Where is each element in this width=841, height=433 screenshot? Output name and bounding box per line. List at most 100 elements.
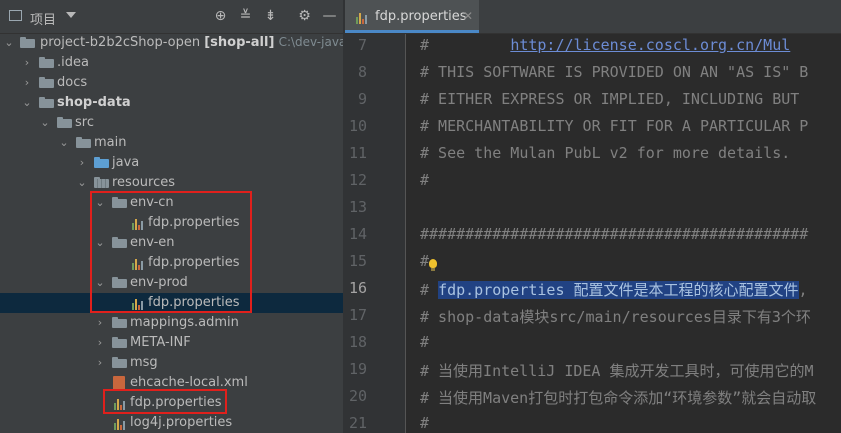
line-number: 7 — [357, 36, 367, 54]
code-line[interactable]: # fdp.properties 配置文件是本工程的核心配置文件, — [420, 279, 808, 300]
resources-folder-icon — [94, 177, 109, 188]
project-panel: 项目 ⊕ ≚ ⇟ ⚙ — ⌄ project-b2b2cShop-open [s… — [0, 0, 343, 433]
gear-icon[interactable]: ⚙ — [296, 8, 313, 25]
tree-row-mappings-admin[interactable]: › mappings.admin — [0, 313, 343, 333]
line-number: 10 — [348, 117, 367, 135]
code-line[interactable]: # See the Mulan PubL v2 for more details… — [420, 144, 790, 162]
source-folder-icon — [94, 157, 109, 168]
chevron-down-icon[interactable]: ⌄ — [3, 37, 15, 49]
locate-file-icon[interactable]: ⊕ — [212, 8, 229, 25]
code-line[interactable]: # — [420, 252, 429, 270]
code-line[interactable]: # http://license.coscl.org.cn/Mul — [420, 36, 790, 54]
line-number: 17 — [348, 306, 367, 324]
module-folder-icon — [39, 97, 54, 108]
folder-icon — [112, 337, 127, 348]
tree-item-label: msg — [130, 355, 158, 370]
chevron-down-icon[interactable]: ⌄ — [21, 97, 33, 109]
selected-text[interactable]: fdp.properties 配置文件是本工程的核心配置文件 — [438, 281, 799, 299]
line-number: 8 — [357, 63, 367, 81]
view-selector-chevron-down-icon[interactable] — [66, 12, 76, 18]
line-number: 18 — [348, 333, 367, 351]
tree-item-label: shop-data — [57, 95, 131, 110]
expand-all-icon[interactable]: ≚ — [237, 8, 254, 25]
line-number: 14 — [348, 225, 367, 243]
comment-text: # — [420, 281, 439, 299]
project-name: project-b2b2cShop-open — [40, 35, 201, 50]
editor-area: fdp.properties ✕ 7 8 9 10 11 12 13 14 15 16 17 18 19… — [345, 0, 841, 433]
project-view-icon — [9, 10, 22, 21]
line-number: 11 — [348, 144, 367, 162]
tree-item-label: ehcache-local.xml — [130, 375, 248, 390]
folder-icon — [39, 77, 54, 88]
tree-item-label: mappings.admin — [130, 315, 239, 330]
line-number: 9 — [357, 90, 367, 108]
tab-fdp-properties[interactable]: fdp.properties ✕ — [345, 0, 479, 33]
tree-row-resources[interactable]: ⌄ resources — [0, 173, 343, 193]
code-line[interactable]: # EITHER EXPRESS OR IMPLIED, INCLUDING B… — [420, 90, 799, 108]
folder-icon — [112, 317, 127, 328]
tree-item-label: log4j.properties — [130, 415, 233, 430]
project-path: C:\dev-java\Ide — [278, 35, 343, 49]
comment-text: , — [798, 281, 808, 299]
intention-bulb-icon[interactable] — [429, 259, 437, 271]
folder-icon — [20, 37, 35, 48]
chevron-down-icon[interactable]: ⌄ — [76, 177, 88, 189]
code-line[interactable]: # THIS SOFTWARE IS PROVIDED ON AN "AS IS… — [420, 63, 808, 81]
line-number: 19 — [348, 360, 367, 378]
code-line[interactable]: # 当使用Maven打包时打包命令添加“环境参数”就会自动取 — [420, 387, 816, 408]
code-line[interactable]: # — [420, 171, 429, 189]
tree-row-src[interactable]: ⌄ src — [0, 113, 343, 133]
tree-item-label: src — [75, 115, 94, 130]
project-module-suffix: [shop-all] — [204, 35, 275, 50]
code-line[interactable]: # 当使用IntelliJ IDEA 集成开发工具时，可使用它的M — [420, 360, 814, 381]
xml-file-icon — [113, 376, 125, 390]
code-line[interactable]: # MERCHANTABILITY OR FIT FOR A PARTICULA… — [420, 117, 808, 135]
tree-row-java[interactable]: › java — [0, 153, 343, 173]
tree-item-label: main — [94, 135, 127, 150]
tree-item-label: resources — [112, 175, 176, 190]
hide-panel-icon[interactable]: — — [321, 8, 338, 25]
folder-icon — [76, 137, 91, 148]
tree-row-idea[interactable]: › .idea — [0, 53, 343, 73]
chevron-right-icon[interactable]: › — [94, 317, 106, 329]
tree-item-label: java — [112, 155, 140, 170]
line-number-gutter: 7 8 9 10 11 12 13 14 15 16 17 18 19 20 21 — [345, 34, 437, 433]
tree-row-meta-inf[interactable]: › META-INF — [0, 333, 343, 353]
annotation-box-root-properties — [103, 389, 227, 414]
line-number: 12 — [348, 171, 367, 189]
line-number: 13 — [348, 198, 367, 216]
chevron-right-icon[interactable]: › — [94, 337, 106, 349]
license-link[interactable]: http://license.coscl.org.cn/Mul — [510, 36, 790, 54]
tree-row-main[interactable]: ⌄ main — [0, 133, 343, 153]
code-line[interactable]: # — [420, 333, 429, 351]
tab-label: fdp.properties — [375, 9, 467, 24]
tree-row-shop-data[interactable]: ⌄ shop-data — [0, 93, 343, 113]
tree-row-log4j-properties[interactable]: log4j.properties — [0, 413, 343, 433]
close-icon[interactable]: ✕ — [463, 9, 473, 23]
line-number: 20 — [348, 387, 367, 405]
annotation-box-env-folders — [90, 191, 252, 313]
tree-item-label: .idea — [57, 55, 89, 70]
chevron-down-icon[interactable]: ⌄ — [39, 117, 51, 129]
code-line[interactable]: ########################################… — [420, 225, 808, 243]
collapse-all-icon[interactable]: ⇟ — [262, 8, 279, 25]
project-panel-header: 项目 ⊕ ≚ ⇟ ⚙ — — [0, 0, 343, 34]
editor-tab-bar: fdp.properties ✕ — [345, 0, 841, 34]
folder-icon — [39, 57, 54, 68]
chevron-right-icon[interactable]: › — [76, 157, 88, 169]
comment-text: # — [420, 36, 511, 54]
chevron-right-icon[interactable]: › — [21, 57, 33, 69]
chevron-right-icon[interactable]: › — [94, 357, 106, 369]
chevron-down-icon[interactable]: ⌄ — [58, 137, 70, 149]
code-line[interactable]: # — [420, 414, 429, 432]
code-line[interactable]: # shop-data模块src/main/resources目录下有3个环 — [420, 306, 811, 327]
tree-row-msg[interactable]: › msg — [0, 353, 343, 373]
folder-icon — [112, 357, 127, 368]
chevron-right-icon[interactable]: › — [21, 77, 33, 89]
properties-file-icon — [355, 10, 367, 24]
tree-row-docs[interactable]: › docs — [0, 73, 343, 93]
tree-row-project-root[interactable]: ⌄ project-b2b2cShop-open [shop-all] C:\d… — [0, 33, 343, 53]
properties-file-icon — [113, 416, 125, 430]
tree-item-label: META-INF — [130, 335, 191, 350]
tree-item-label: docs — [57, 75, 88, 90]
